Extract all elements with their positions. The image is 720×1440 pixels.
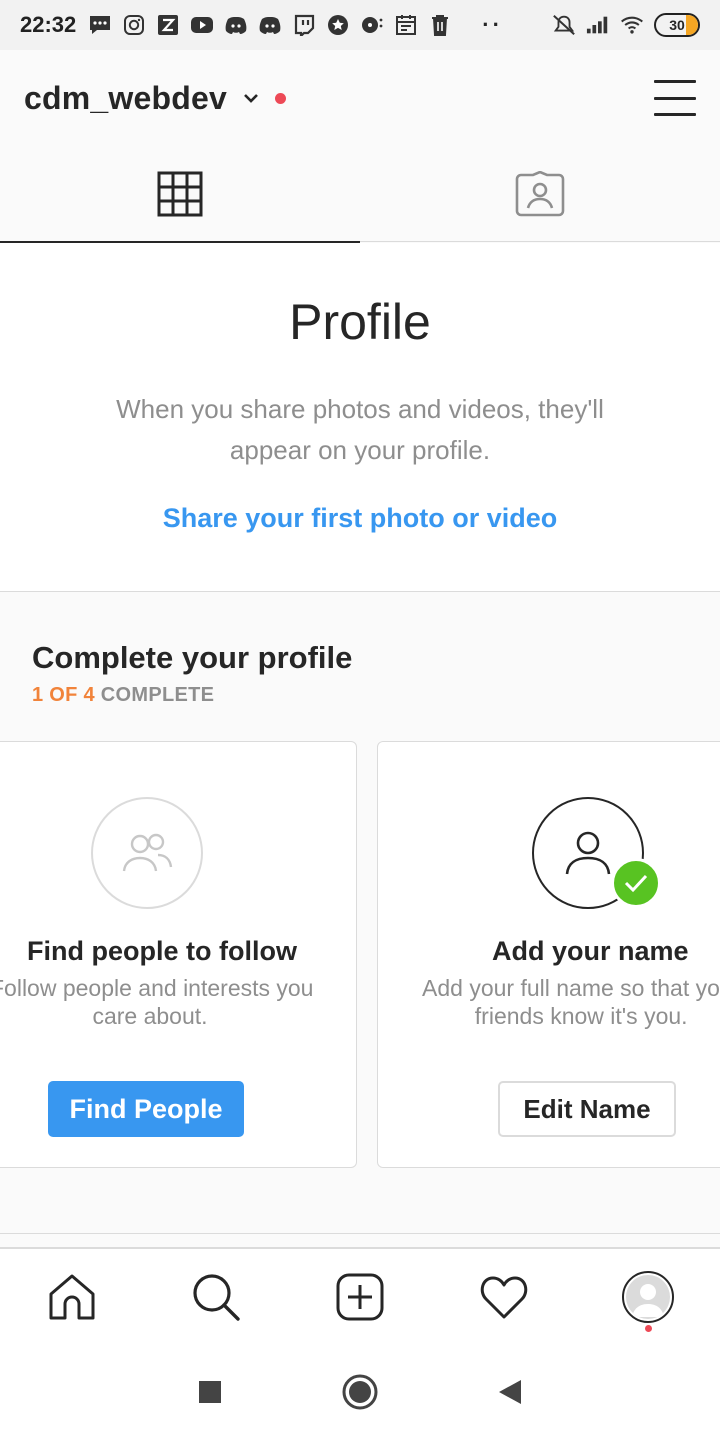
system-nav-bar	[0, 1344, 720, 1440]
twitch-icon	[292, 13, 316, 37]
add-name-description: Add your full name so that your friends …	[422, 974, 720, 1030]
nav-new-post[interactable]	[288, 1248, 432, 1345]
mute-icon	[552, 13, 576, 37]
discord-icon	[224, 13, 248, 37]
menu-button[interactable]	[654, 80, 696, 116]
nav-activity[interactable]	[432, 1248, 576, 1345]
back-button[interactable]	[490, 1372, 530, 1412]
checkmark-icon	[611, 858, 661, 908]
bottom-nav	[0, 1247, 720, 1344]
status-time: 22:32	[20, 12, 77, 37]
chat-icon	[88, 13, 112, 37]
nav-search[interactable]	[144, 1248, 288, 1345]
wifi-icon	[620, 13, 644, 37]
empty-description: When you share photos and videos, they'l…	[116, 394, 604, 465]
progress-label: COMPLETE	[100, 684, 215, 706]
complete-profile-section: Complete your profile 1 OF 4 COMPLETE Fi…	[0, 592, 720, 1234]
avatar	[622, 1270, 674, 1323]
home-icon	[49, 1274, 95, 1319]
find-people-description: Follow people and interests you care abo…	[0, 974, 314, 1030]
notification-dot	[274, 92, 286, 104]
back-triangle-icon	[499, 1380, 521, 1404]
instagram-icon	[122, 13, 146, 37]
zomato-icon	[156, 13, 180, 37]
overflow-indicator: ··	[482, 12, 503, 37]
notification-icons: ··	[88, 12, 503, 38]
people-icon	[122, 833, 173, 872]
progress-count: 1 OF 4	[32, 684, 95, 706]
menu-icon-line	[654, 113, 696, 116]
tagged-person-icon	[515, 171, 565, 217]
add-name-title: Add your name	[492, 936, 689, 966]
calendar-icon	[394, 13, 418, 37]
person-icon	[565, 831, 611, 875]
add-name-description-line: Add your full name so that your	[422, 975, 720, 1001]
square-icon	[199, 1381, 221, 1403]
battery-icon: 30	[654, 13, 700, 37]
add-post-icon	[336, 1273, 384, 1320]
tab-tagged[interactable]	[360, 146, 720, 242]
star-icon	[326, 13, 350, 37]
home-button[interactable]	[340, 1372, 380, 1412]
empty-profile-section: Profile When you share photos and videos…	[0, 243, 720, 592]
signal-icon	[586, 13, 610, 37]
trash-icon	[428, 13, 452, 37]
complete-profile-title: Complete your profile	[32, 640, 353, 675]
find-people-card: Find people to follow Follow people and …	[0, 741, 357, 1168]
share-first-photo-link[interactable]: Share your first photo or video	[0, 503, 720, 534]
complete-profile-progress: 1 OF 4 COMPLETE	[32, 684, 214, 707]
recent-apps-button[interactable]	[190, 1372, 230, 1412]
nav-home[interactable]	[0, 1248, 144, 1345]
status-bar: 22:32 ·· 30	[0, 0, 720, 50]
grid-icon	[157, 171, 203, 217]
add-name-description-line: friends know it's you.	[474, 1003, 688, 1029]
notification-dot	[645, 1325, 652, 1332]
people-icon-circle	[91, 797, 203, 909]
menu-icon-line	[654, 80, 696, 83]
chevron-down-icon[interactable]	[241, 88, 261, 108]
find-people-button[interactable]: Find People	[48, 1081, 244, 1137]
menu-icon-line	[654, 96, 696, 100]
avatar-placeholder-icon	[626, 1274, 670, 1319]
find-people-title: Find people to follow	[27, 936, 297, 966]
empty-title: Profile	[289, 294, 431, 350]
tab-grid[interactable]	[0, 146, 360, 243]
system-status: 30	[552, 13, 700, 37]
add-name-card: Add your name Add your full name so that…	[377, 741, 720, 1168]
account-switcher[interactable]: cdm_webdev	[24, 80, 227, 117]
music-icon	[360, 13, 384, 37]
find-people-description-line: care about.	[92, 1003, 208, 1029]
youtube-icon	[190, 13, 214, 37]
battery-level: 30	[669, 17, 685, 33]
app-header: cdm_webdev	[0, 50, 720, 146]
heart-icon	[480, 1276, 528, 1318]
search-icon	[193, 1273, 240, 1321]
nav-profile[interactable]	[576, 1248, 720, 1345]
profile-tabs	[0, 146, 720, 243]
discord-icon	[258, 13, 282, 37]
edit-name-button[interactable]: Edit Name	[498, 1081, 676, 1137]
find-people-description-line: Follow people and interests you	[0, 975, 314, 1001]
circle-icon	[342, 1374, 378, 1410]
